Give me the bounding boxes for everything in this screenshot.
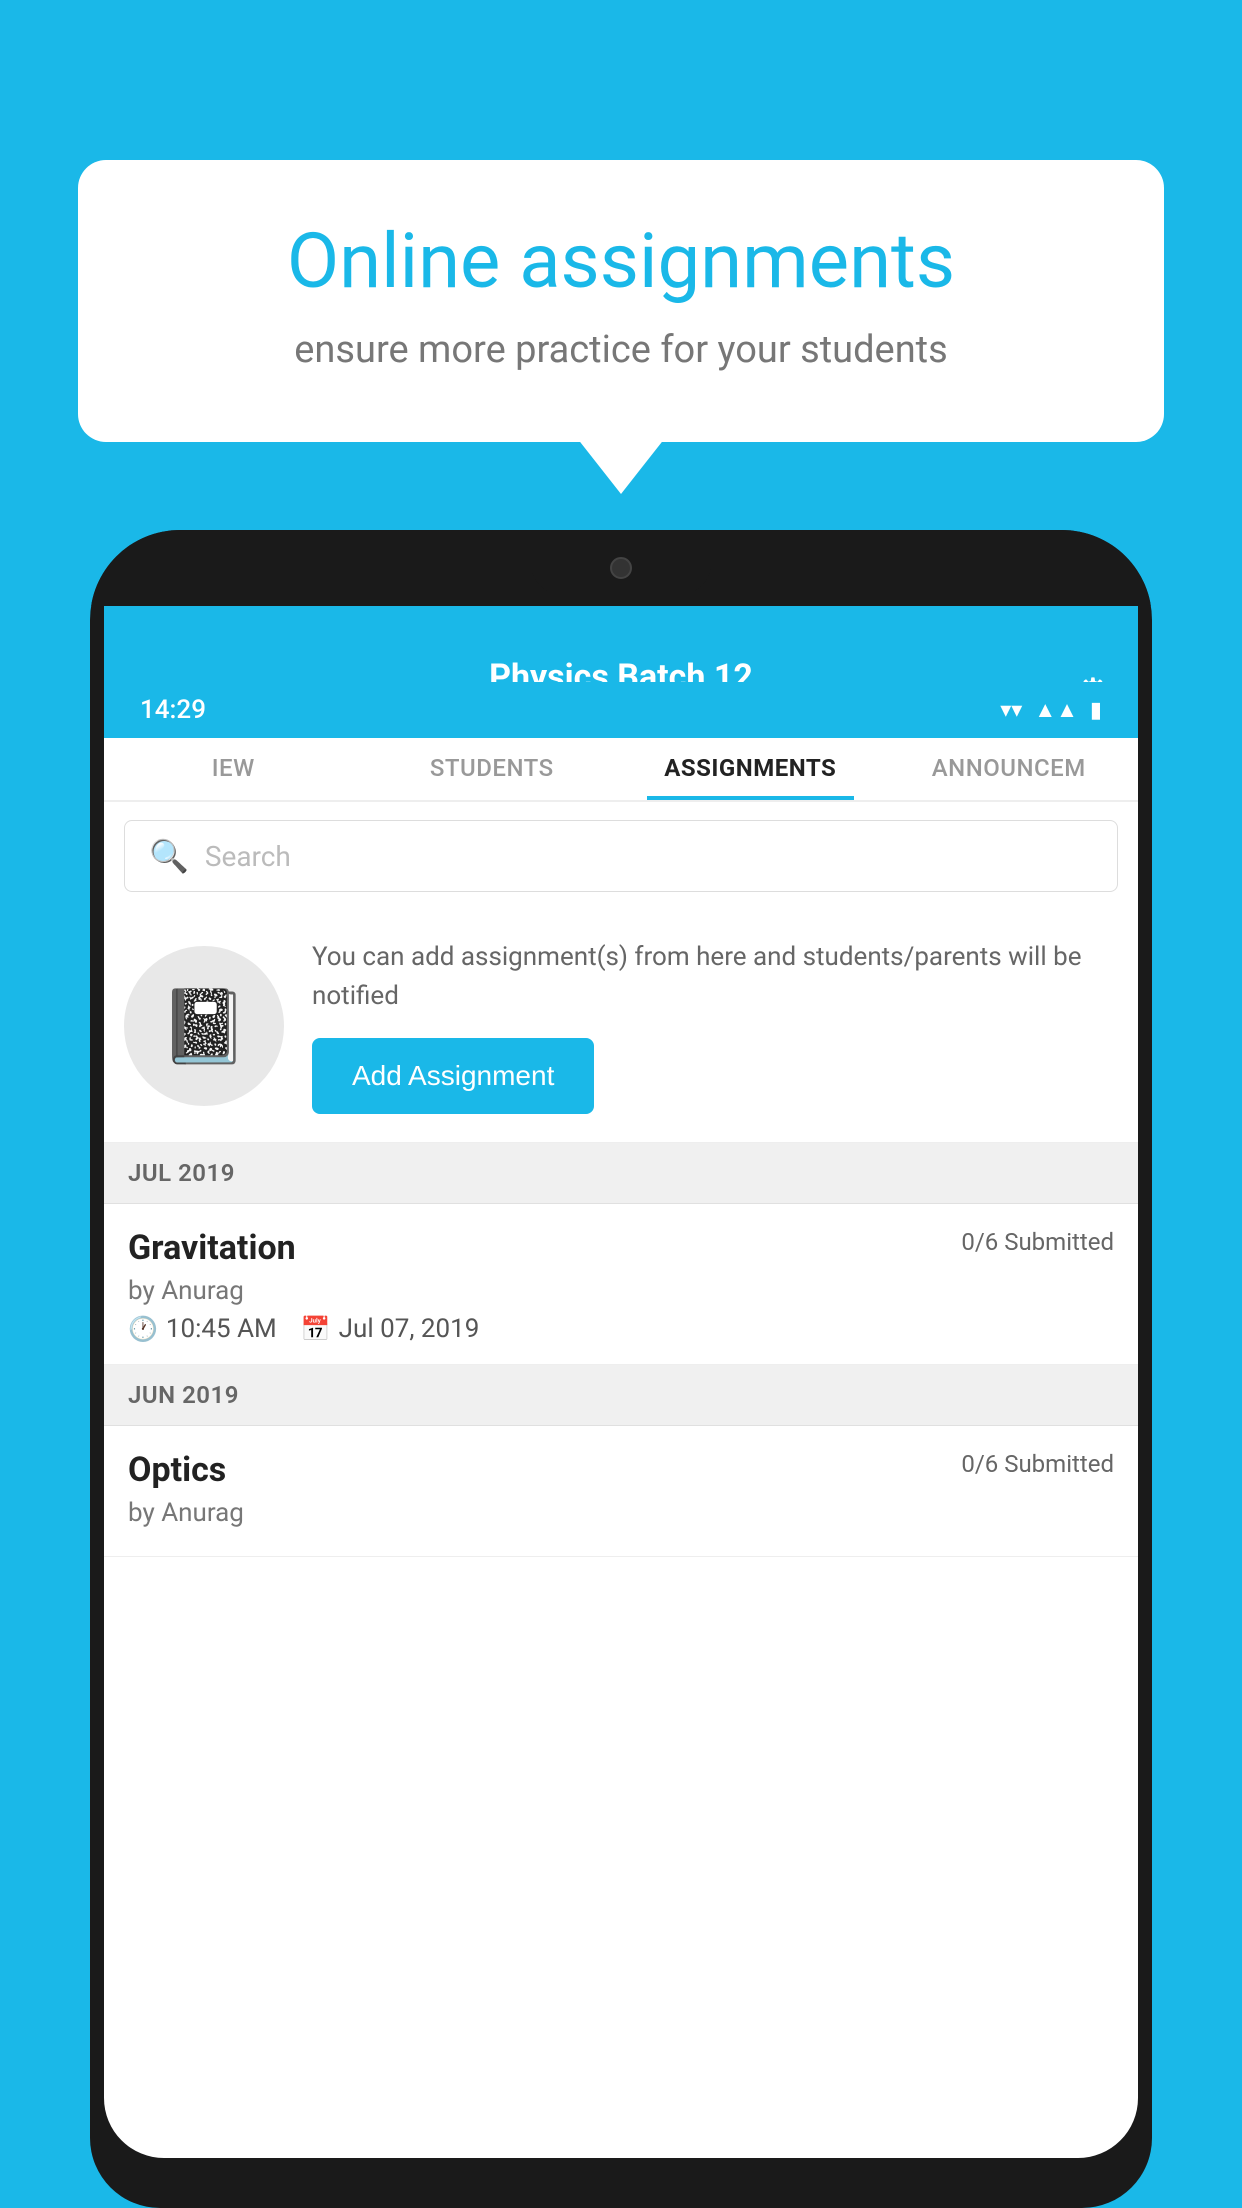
assignment-gravitation-author: by Anurag <box>128 1276 1114 1306</box>
clock-icon: 🕐 <box>128 1315 158 1343</box>
assignment-optics-title: Optics <box>128 1450 226 1490</box>
status-bar: 14:29 ▾▾ ▲▲ ▮ <box>104 682 1138 738</box>
assignment-gravitation-date: 📅 Jul 07, 2019 <box>301 1314 480 1344</box>
assignment-optics-row: Optics 0/6 Submitted <box>128 1450 1114 1490</box>
assignment-gravitation[interactable]: Gravitation 0/6 Submitted by Anurag 🕐 10… <box>104 1204 1138 1365</box>
status-time: 14:29 <box>140 695 206 725</box>
assignment-gravitation-time: 🕐 10:45 AM <box>128 1314 277 1344</box>
assignment-gravitation-title: Gravitation <box>128 1228 296 1268</box>
search-container: 🔍 Search <box>104 802 1138 910</box>
promo-icon-circle: 📓 <box>124 946 284 1106</box>
promo-block: 📓 You can add assignment(s) from here an… <box>104 910 1138 1143</box>
assignment-gravitation-row: Gravitation 0/6 Submitted <box>128 1228 1114 1268</box>
assignment-optics-author: by Anurag <box>128 1498 1114 1528</box>
assignment-optics[interactable]: Optics 0/6 Submitted by Anurag <box>104 1426 1138 1557</box>
assignment-gravitation-date-value: Jul 07, 2019 <box>339 1314 480 1344</box>
wifi-icon: ▾▾ <box>1000 698 1022 723</box>
camera-icon <box>610 557 632 579</box>
notch-cutout <box>531 542 711 594</box>
tab-assignments[interactable]: ASSIGNMENTS <box>621 754 880 800</box>
app-screen: 14:29 ▾▾ ▲▲ ▮ ← Physics Batch 12 Owner ⚙… <box>104 606 1138 2158</box>
search-input[interactable]: 🔍 Search <box>124 820 1118 892</box>
notebook-icon: 📓 <box>159 984 249 1069</box>
phone-notch <box>90 530 1152 606</box>
section-jun-2019: JUN 2019 <box>104 1365 1138 1426</box>
tab-students[interactable]: STUDENTS <box>363 754 622 800</box>
search-icon: 🔍 <box>149 837 189 875</box>
assignment-gravitation-submitted: 0/6 Submitted <box>961 1228 1114 1256</box>
assignment-optics-submitted: 0/6 Submitted <box>961 1450 1114 1478</box>
tab-announcements[interactable]: ANNOUNCEM <box>880 754 1139 800</box>
assignment-gravitation-details: 🕐 10:45 AM 📅 Jul 07, 2019 <box>128 1314 1114 1344</box>
promo-text-area: You can add assignment(s) from here and … <box>312 938 1114 1114</box>
status-icons: ▾▾ ▲▲ ▮ <box>1000 697 1102 723</box>
phone-frame: 14:29 ▾▾ ▲▲ ▮ ← Physics Batch 12 Owner ⚙… <box>90 530 1152 2208</box>
promo-description: You can add assignment(s) from here and … <box>312 938 1114 1016</box>
section-jul-2019: JUL 2019 <box>104 1143 1138 1204</box>
search-placeholder: Search <box>205 840 291 873</box>
calendar-icon: 📅 <box>301 1315 331 1343</box>
tab-iew[interactable]: IEW <box>104 754 363 800</box>
speech-bubble: Online assignments ensure more practice … <box>78 160 1164 442</box>
assignment-gravitation-time-value: 10:45 AM <box>166 1314 277 1344</box>
speech-bubble-title: Online assignments <box>148 220 1094 304</box>
speech-bubble-subtitle: ensure more practice for your students <box>148 328 1094 372</box>
battery-icon: ▮ <box>1090 698 1102 723</box>
signal-icon: ▲▲ <box>1034 697 1078 723</box>
add-assignment-button[interactable]: Add Assignment <box>312 1038 594 1114</box>
